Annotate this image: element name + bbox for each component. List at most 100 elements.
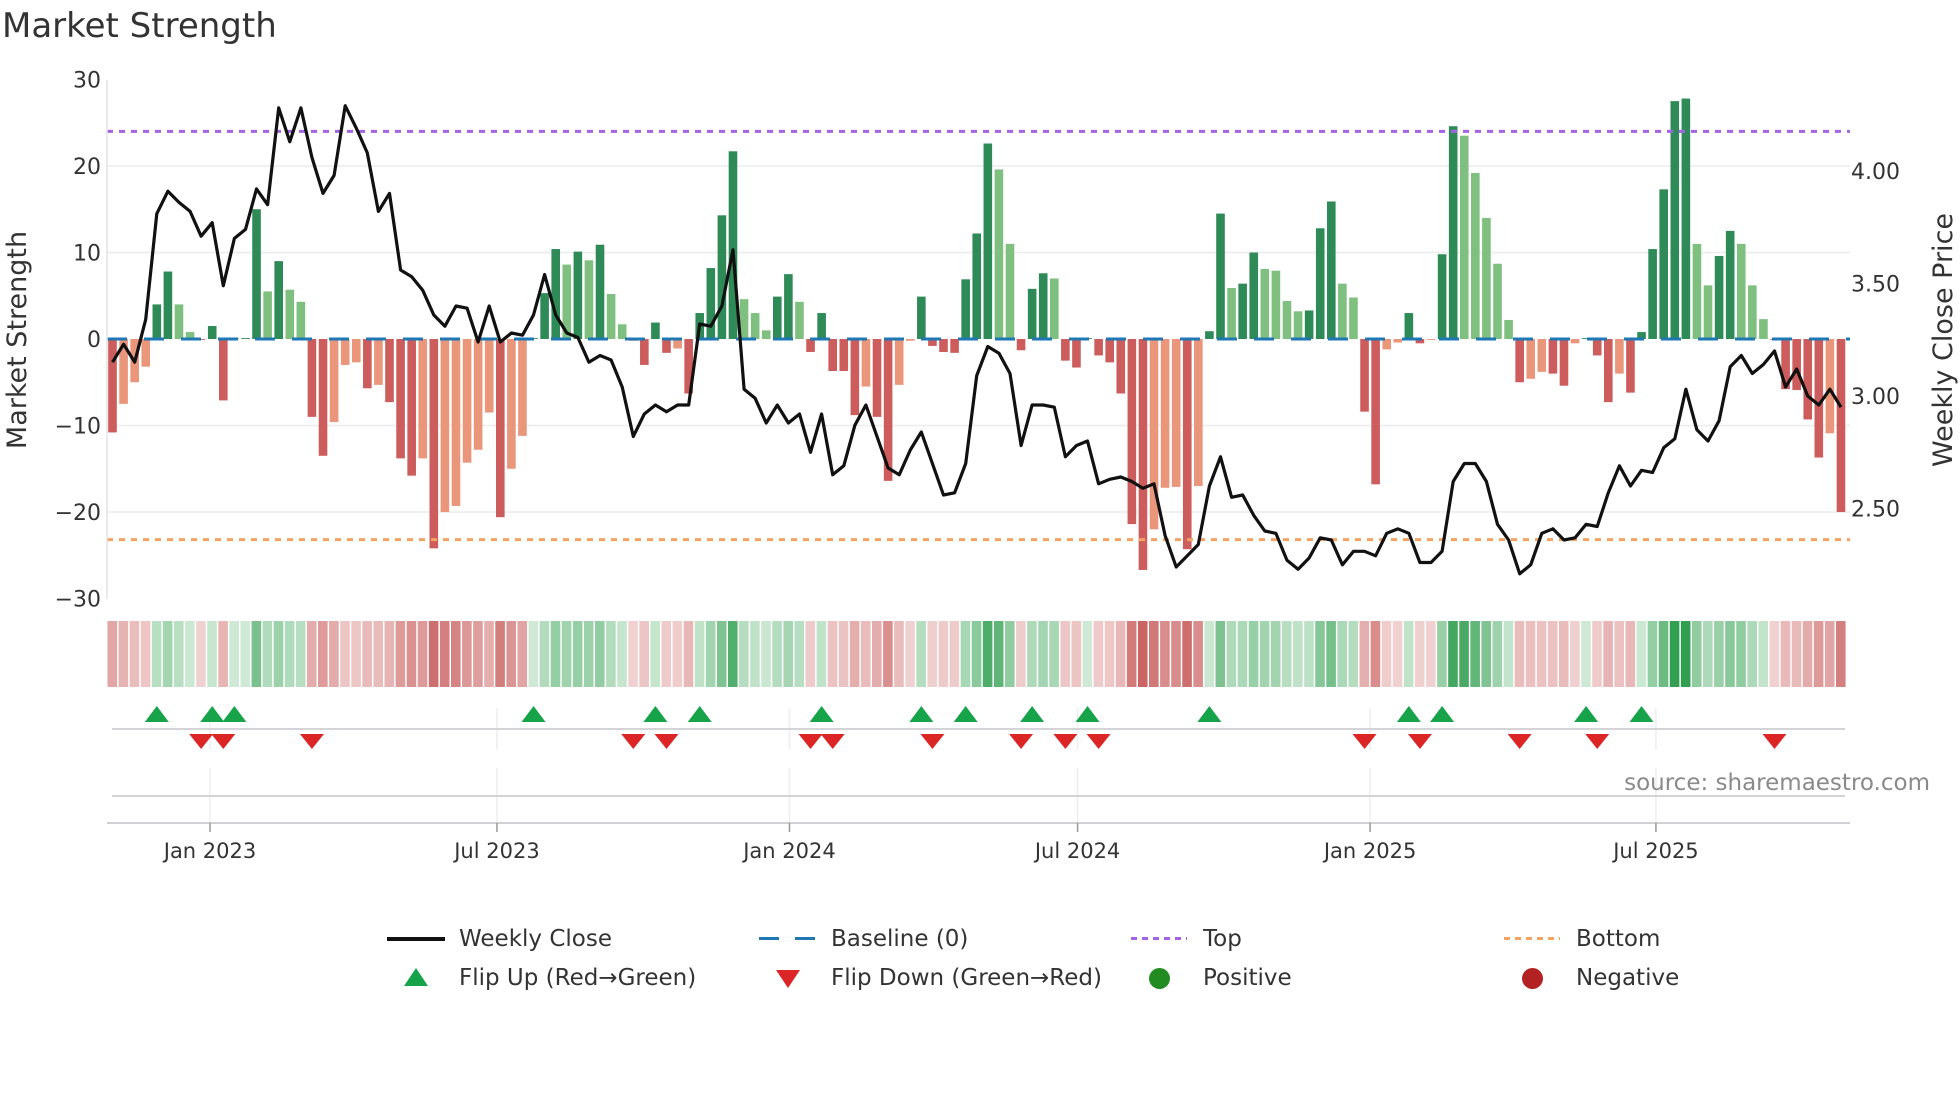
triangle-down-icon — [759, 966, 819, 990]
heat-cell — [151, 621, 162, 687]
flip-down-marker — [1407, 734, 1432, 749]
strength-heat-strip — [107, 621, 1846, 687]
heat-cell — [1004, 621, 1015, 687]
flip-down-marker — [211, 734, 236, 749]
strength-bar — [662, 339, 671, 353]
heat-cell — [783, 621, 793, 687]
strength-bar — [374, 339, 383, 385]
heat-cell — [1758, 621, 1769, 687]
heat-cell — [849, 621, 860, 687]
flip-up-marker — [1020, 706, 1045, 722]
strength-bar — [1260, 268, 1270, 339]
strength-bar — [795, 301, 804, 339]
heat-cell — [1337, 621, 1347, 687]
strength-bar — [1050, 278, 1059, 339]
heat-cell — [1703, 621, 1713, 687]
strength-bar — [340, 339, 350, 365]
strength-bar — [1670, 101, 1680, 339]
heat-cell — [1304, 621, 1314, 687]
heat-cell — [406, 621, 417, 687]
heat-cell — [107, 621, 118, 687]
source-credit: source: sharemaestro.com — [1624, 770, 1930, 796]
heat-cell — [417, 621, 428, 687]
heat-cell — [1824, 621, 1835, 687]
heat-cell — [550, 621, 561, 687]
heat-cell — [1714, 621, 1724, 687]
strength-bar — [274, 261, 283, 339]
heat-cell — [1137, 621, 1148, 687]
y-tick-label: 0 — [87, 328, 101, 353]
strength-bar — [1304, 310, 1314, 339]
heat-cell — [1049, 621, 1059, 687]
strength-bar — [1227, 287, 1236, 339]
heat-cell — [606, 621, 616, 687]
strength-bar — [1327, 201, 1336, 339]
heat-cell — [1669, 621, 1680, 687]
heat-cell — [1392, 621, 1403, 687]
heat-cell — [860, 621, 871, 687]
heat-cell — [1558, 621, 1569, 687]
strength-bar — [1205, 331, 1214, 339]
heat-cell — [528, 621, 539, 687]
circle-icon — [1131, 966, 1191, 990]
y2-tick-label: 2.50 — [1851, 498, 1900, 523]
strength-bar — [1360, 339, 1369, 412]
strength-bar — [1282, 300, 1292, 339]
heat-cell — [1570, 621, 1580, 687]
heat-cell — [1093, 621, 1104, 687]
heat-cell — [129, 621, 140, 687]
strength-bar — [761, 330, 771, 339]
strength-bar — [994, 169, 1004, 339]
strength-bar — [1105, 339, 1114, 363]
strength-bar — [706, 268, 716, 339]
heat-cell — [1160, 621, 1170, 687]
heat-cell — [1481, 621, 1492, 687]
flip-up-marker — [144, 706, 169, 722]
flip-up-marker — [1629, 706, 1654, 722]
legend-label: Flip Down (Green→Red) — [831, 965, 1102, 991]
strength-bar — [1570, 339, 1580, 344]
flip-down-marker — [1762, 734, 1787, 749]
x-tick-label: Jul 2023 — [452, 839, 539, 863]
dotted-line-swatch-icon — [1504, 927, 1564, 951]
strength-bar — [1615, 339, 1624, 374]
heat-cell — [140, 621, 151, 687]
x-tick-label: Jul 2025 — [1611, 839, 1698, 863]
strength-bar — [1138, 339, 1148, 570]
strength-bar — [285, 289, 295, 339]
heat-cell — [462, 621, 472, 687]
strength-bar — [773, 296, 782, 339]
strength-bar — [174, 304, 184, 339]
legend-label: Negative — [1576, 965, 1680, 991]
heat-cell — [716, 621, 727, 687]
heat-cell — [1536, 621, 1547, 687]
strength-bar — [839, 339, 849, 372]
heat-cell — [1060, 621, 1070, 687]
strength-bar — [1160, 339, 1170, 488]
strength-bar — [1382, 339, 1391, 350]
strength-bar — [1016, 339, 1026, 351]
strength-bar — [163, 271, 173, 339]
strength-bar — [1182, 339, 1192, 550]
legend-weekly-close: Weekly Close — [387, 926, 612, 952]
heat-cell — [583, 621, 594, 687]
heat-cell — [1725, 621, 1735, 687]
strength-bar — [1216, 213, 1225, 339]
heat-cell — [872, 621, 882, 687]
strength-bar — [396, 339, 405, 459]
strength-bar — [1836, 339, 1846, 512]
heat-cell — [340, 621, 350, 687]
heat-cell — [971, 621, 982, 687]
strength-bars — [108, 98, 1846, 570]
heat-cell — [794, 621, 805, 687]
y-tick-label: 10 — [73, 242, 101, 267]
flip-down-marker — [1009, 734, 1034, 749]
strength-bar — [473, 339, 483, 450]
heat-cell — [1348, 621, 1359, 687]
strength-bar — [1027, 288, 1037, 339]
heat-cell — [1736, 621, 1746, 687]
heat-cell — [517, 621, 528, 687]
strength-bar — [1748, 285, 1757, 339]
heat-cell — [1315, 621, 1325, 687]
strength-bar — [207, 326, 217, 339]
